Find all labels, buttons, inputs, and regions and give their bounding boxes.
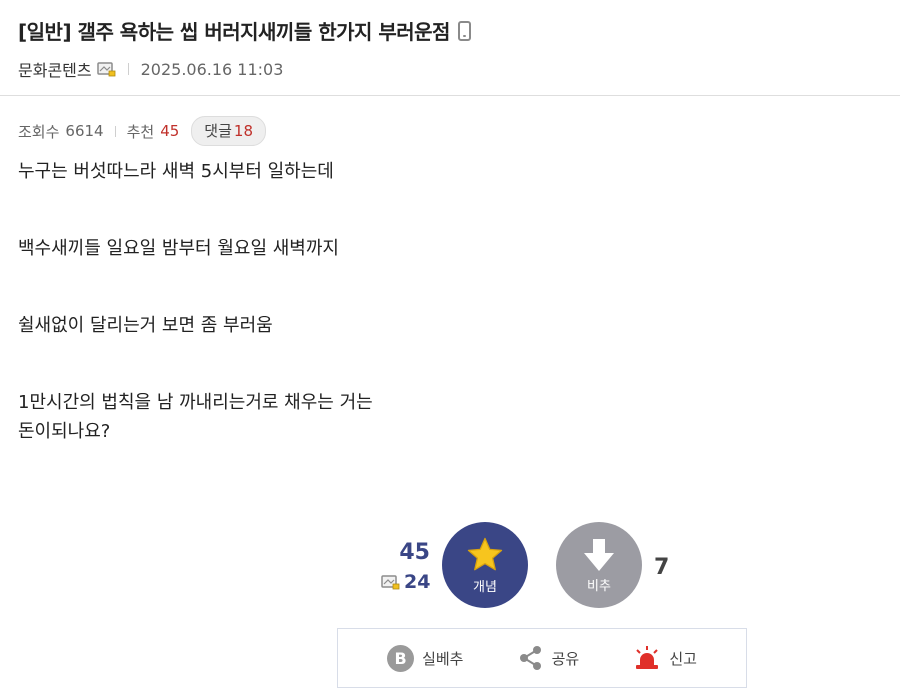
mobile-icon (457, 20, 471, 41)
share-icon (519, 646, 541, 670)
title-row: [일반] 갤주 욕하는 씹 버러지새끼들 한가지 부러운점 (18, 16, 471, 45)
views-label: 조회수 (18, 122, 60, 141)
siren-icon (636, 646, 659, 669)
fixed-user-count: 24 (404, 571, 431, 593)
fixed-user-vote: 24 (381, 571, 430, 593)
divider (114, 125, 116, 137)
post-body: 누구는 버섯따느라 새벽 5시부터 일하는데 백수새끼들 일요일 밤부터 월요일… (18, 157, 373, 446)
author-name[interactable]: 문화콘텐츠 (18, 57, 92, 81)
comments-button[interactable]: 댓글 18 (191, 116, 266, 146)
post-title: [일반] 갤주 욕하는 씹 버러지새끼들 한가지 부러운점 (18, 20, 450, 44)
user-badge-icon (381, 574, 400, 589)
upvote-button[interactable]: 개념 (442, 522, 528, 608)
share-button[interactable]: 공유 (518, 645, 580, 671)
downvote-button[interactable]: 비추 (556, 522, 642, 608)
best-recommend-label: 실베추 (422, 649, 464, 668)
best-recommend-button[interactable]: B 실베추 (387, 644, 464, 672)
body-line: 백수새끼들 일요일 밤부터 월요일 새벽까지 (18, 238, 339, 259)
b-icon: B (387, 644, 415, 672)
body-line: 쉴새없이 달리는거 보면 좀 부러움 (18, 315, 273, 336)
report-button[interactable]: 신고 (633, 645, 697, 671)
views-count: 6614 (65, 122, 104, 140)
body-line: 누구는 버섯따느라 새벽 5시부터 일하는데 (18, 161, 334, 182)
upvote-count: 45 (399, 540, 430, 565)
report-label: 신고 (669, 649, 697, 668)
comments-count: 18 (233, 122, 253, 140)
star-icon (467, 537, 503, 570)
stats-row: 조회수 6614 추천 45 댓글 18 (18, 116, 266, 146)
down-arrow-icon (584, 538, 614, 571)
upvote-label: 개념 (473, 579, 497, 595)
post-action-bar: B 실베추 공유 신고 (337, 628, 747, 688)
divider (127, 63, 129, 75)
header-divider (0, 95, 900, 96)
body-line: 1만시간의 법칙을 남 까내리는거로 채우는 거는 (18, 392, 373, 413)
downvote-label: 비추 (587, 578, 611, 594)
recommend-label: 추천 (126, 122, 155, 141)
body-line: 돈이되나요? (18, 421, 111, 442)
recommend-count: 45 (160, 122, 180, 140)
downvote-count: 7 (654, 555, 670, 580)
post-date: 2025.06.16 11:03 (140, 59, 284, 79)
user-badge-icon (96, 61, 116, 76)
share-label: 공유 (551, 649, 580, 668)
author-row: 문화콘텐츠 2025.06.16 11:03 (18, 57, 283, 81)
comments-label: 댓글 (204, 122, 232, 140)
